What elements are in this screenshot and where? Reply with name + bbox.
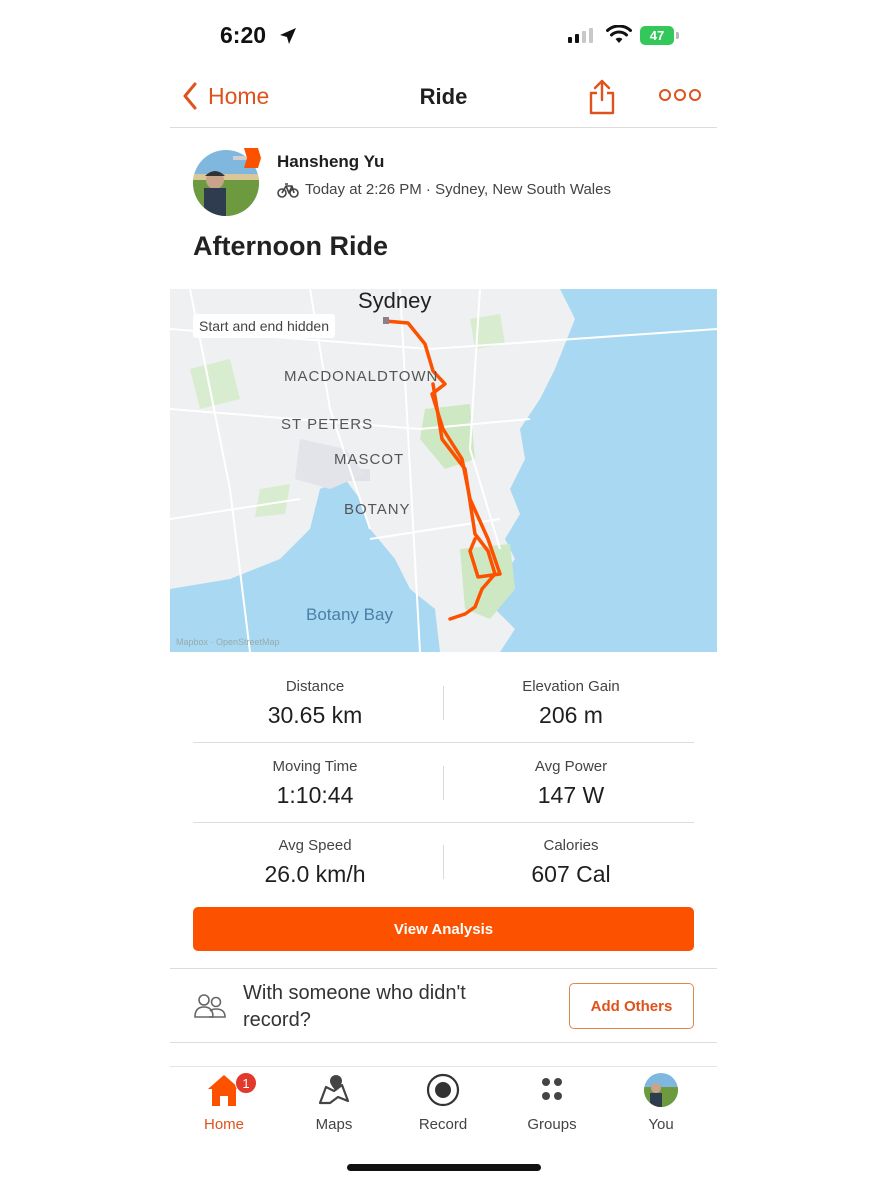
more-options-icon[interactable] <box>659 89 701 101</box>
battery-nub <box>676 32 679 39</box>
tab-label: Maps <box>315 1116 353 1133</box>
privacy-chip: Start and end hidden <box>193 314 335 338</box>
map-label-macdonaldtown: MACDONALDTOWN <box>284 368 439 385</box>
tab-record[interactable]: Record <box>388 1070 498 1133</box>
tab-you[interactable]: You <box>606 1070 716 1133</box>
maps-icon <box>318 1075 350 1105</box>
avatar <box>644 1073 678 1107</box>
tab-label: Record <box>418 1116 468 1133</box>
stat-calories-label: Calories <box>543 837 599 854</box>
map-label-botany: BOTANY <box>344 501 411 518</box>
athlete-name[interactable]: Hansheng Yu <box>277 152 384 172</box>
stat-distance-value: 30.65 km <box>267 702 363 728</box>
stat-avg-speed-value: 26.0 km/h <box>264 861 366 887</box>
activity-title: Afternoon Ride <box>193 231 388 261</box>
tab-label: Home <box>203 1116 244 1133</box>
tab-bar-divider <box>170 1066 717 1067</box>
stat-distance-label: Distance <box>285 678 345 695</box>
map-canvas <box>170 289 717 652</box>
tab-label: Groups <box>527 1116 577 1133</box>
stat-moving-time-label: Moving Time <box>272 758 358 775</box>
map-label-botany-bay: Botany Bay <box>306 605 393 624</box>
map-label-st-peters: ST PETERS <box>281 416 374 433</box>
cellular-signal-icon <box>568 28 593 43</box>
wifi-icon <box>606 25 632 43</box>
stat-avg-power-value: 147 W <box>537 782 605 808</box>
map-label-sydney: Sydney <box>358 288 432 313</box>
route-map[interactable]: MACDONALDTOWN ST PETERS MASCOT BOTANY Bo… <box>170 289 717 652</box>
stat-avg-power-label: Avg Power <box>534 758 608 775</box>
battery-icon: 47 <box>640 26 674 45</box>
people-icon <box>194 994 226 1018</box>
add-others-button[interactable]: Add Others <box>569 983 694 1029</box>
stat-avg-speed-label: Avg Speed <box>278 837 352 854</box>
status-time: 6:20 <box>220 22 267 48</box>
stat-elevation-value: 206 m <box>539 702 603 728</box>
page-title: Ride <box>419 84 468 109</box>
section-divider <box>170 1042 717 1043</box>
bike-icon <box>277 183 299 198</box>
subscriber-badge-icon <box>244 148 261 168</box>
notification-badge: 1 <box>235 1072 257 1094</box>
stat-row-divider <box>193 742 694 743</box>
stat-moving-time-value: 1:10:44 <box>276 782 354 808</box>
chevron-left-icon <box>183 82 197 110</box>
tab-home[interactable]: 1 Home <box>169 1070 279 1133</box>
home-indicator[interactable] <box>347 1164 541 1171</box>
stat-calories-value: 607 Cal <box>531 861 611 887</box>
tag-prompt-text: With someone who didn't record? <box>243 982 466 1031</box>
back-label: Home <box>208 82 270 109</box>
tab-label: You <box>648 1116 674 1133</box>
back-button[interactable]: Home <box>182 82 269 110</box>
stat-divider <box>443 686 444 720</box>
section-divider <box>170 968 717 969</box>
stat-row-divider <box>193 822 694 823</box>
activity-meta: Today at 2:26 PM · Sydney, New South Wal… <box>305 181 611 198</box>
groups-icon <box>542 1078 562 1100</box>
stat-divider <box>443 845 444 879</box>
map-label-mascot: MASCOT <box>334 451 405 468</box>
view-analysis-button[interactable]: View Analysis <box>193 907 694 951</box>
map-attribution: Mapbox · OpenStreetMap <box>176 637 280 647</box>
record-icon <box>426 1073 460 1107</box>
stat-divider <box>443 766 444 800</box>
nav-divider <box>170 127 717 128</box>
tab-maps[interactable]: Maps <box>279 1070 389 1133</box>
tab-groups[interactable]: Groups <box>497 1070 607 1133</box>
location-arrow-icon <box>280 28 296 44</box>
stat-elevation-label: Elevation Gain <box>522 678 620 695</box>
share-icon[interactable] <box>588 78 616 116</box>
